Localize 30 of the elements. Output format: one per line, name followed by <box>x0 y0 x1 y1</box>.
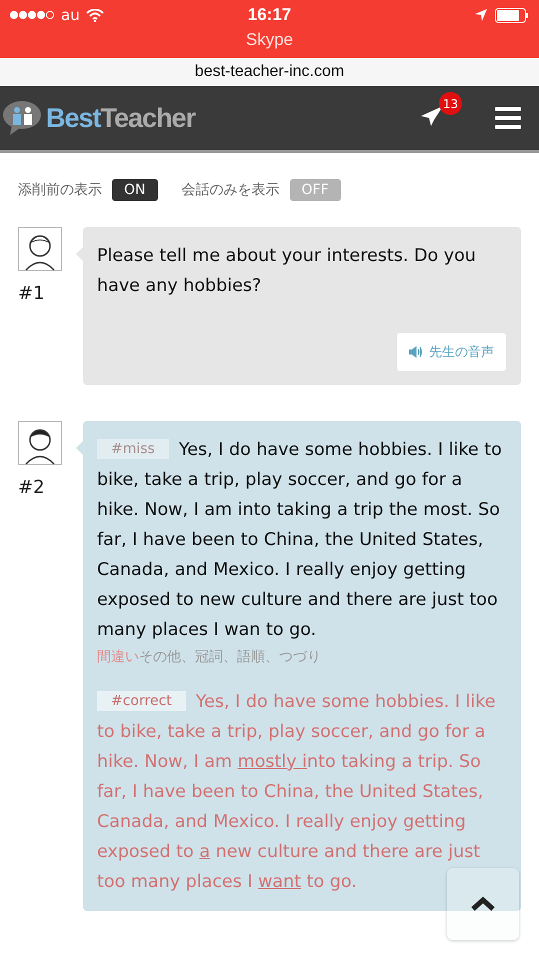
battery-icon <box>495 8 529 22</box>
message-number: #1 <box>18 283 46 304</box>
avatar-icon <box>18 421 62 465</box>
scroll-to-top-button[interactable] <box>447 868 519 940</box>
clock-time: 16:17 <box>248 5 292 25</box>
caret-up-icon <box>470 896 496 912</box>
message-number: #2 <box>18 477 46 498</box>
paper-plane-icon[interactable] <box>421 106 443 126</box>
menu-icon[interactable] <box>495 107 521 129</box>
toggle-switch[interactable]: ON <box>112 179 158 201</box>
toggle-switch[interactable]: OFF <box>290 179 341 201</box>
notification-badge: 13 <box>439 92 462 115</box>
mistake-categories: その他、冠詞、語順、つづり <box>139 649 321 665</box>
carrier-name: au <box>61 6 80 24</box>
return-to-app-label[interactable]: Skype <box>246 30 294 50</box>
location-icon <box>475 9 487 21</box>
message-text: Please tell me about your interests. Do you have any hobbies? <box>97 245 477 298</box>
message-text: #miss Yes, I do have some hobbies. I like to bike, take a trip, play soccer, and go for a hike. Now, I am into taking a trip the most. So far, I have been to China, the United States, Canada, and Mexico. I really enjoy getting exposed to new culture and there are just too many places I wan to go. <box>97 438 503 642</box>
teacher-audio-button[interactable]: 先生の音声 <box>397 333 506 371</box>
url-text[interactable]: best-teacher-inc.com <box>194 63 344 81</box>
avatar-icon <box>18 227 62 271</box>
toggle-label: 添削前の表示 <box>18 181 102 199</box>
logo-text: BestTeacher <box>46 102 196 134</box>
signal-icon <box>10 10 55 20</box>
mistake-label: 間違い <box>97 649 139 665</box>
logo-icon <box>2 99 42 137</box>
wifi-icon <box>86 8 104 22</box>
speaker-icon <box>409 346 423 358</box>
corrected-text: #correct Yes, I do have some hobbies. I like to bike, take a trip, play soccer, and go for a hike. Now, I am mostly into taking a trip. So far, I have been to China, the United States, Canada, and Mexico. I really enjoy getting exposed to a new culture and there are just too many places I want to go. <box>97 690 497 894</box>
toggle-label: 会話のみを表示 <box>182 181 280 199</box>
